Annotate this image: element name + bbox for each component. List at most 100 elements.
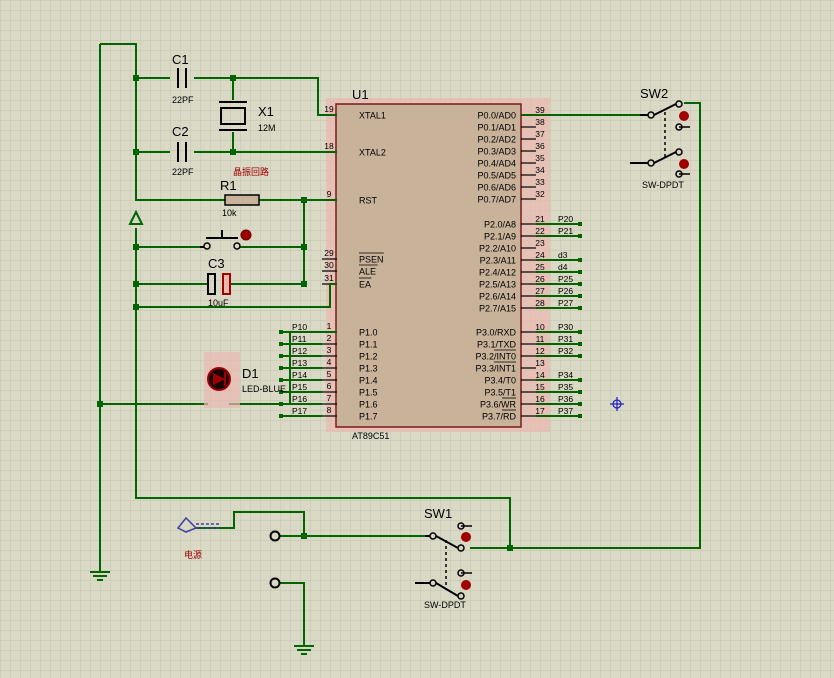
pin-number: 32: [535, 189, 545, 199]
net-label: P34: [558, 370, 573, 380]
pin-number: 31: [324, 273, 334, 283]
pin-number: 22: [535, 226, 545, 236]
pin-name: P2.7/A15: [479, 304, 516, 314]
x1-ref: X1: [258, 104, 274, 119]
pin-name: XTAL1: [359, 111, 386, 121]
pin-name: XTAL2: [359, 148, 386, 158]
chip-ref: U1: [352, 87, 369, 102]
pin-number: 19: [324, 104, 334, 114]
pin-name: P0.7/AD7: [477, 195, 516, 205]
pin-name: P1.4: [359, 376, 378, 386]
pin-number: 6: [327, 381, 332, 391]
pin-number: 23: [535, 238, 545, 248]
pin-name: P0.0/AD0: [477, 111, 516, 121]
pin-name: P3.7/RD: [482, 412, 517, 422]
pin-number: 36: [535, 141, 545, 151]
pin-number: 34: [535, 165, 545, 175]
pin-number: 4: [327, 357, 332, 367]
pin-number: 29: [324, 248, 334, 258]
pin-name: P2.5/A13: [479, 280, 516, 290]
net-label: P11: [292, 334, 307, 344]
pin-number: 1: [327, 321, 332, 331]
r1-value: 10k: [222, 208, 237, 218]
pin-name: P3.4/T0: [484, 376, 516, 386]
net-label: d4: [558, 262, 568, 272]
net-label: P16: [292, 394, 307, 404]
pin-number: 21: [535, 214, 545, 224]
pin-number: 10: [535, 322, 545, 332]
pin-name: P2.1/A9: [484, 232, 516, 242]
pin-number: 14: [535, 370, 545, 380]
net-label: P25: [558, 274, 573, 284]
pin-number: 37: [535, 129, 545, 139]
pin-number: 26: [535, 274, 545, 284]
pin-name: P1.7: [359, 412, 378, 422]
net-label: P20: [558, 214, 573, 224]
net-label: d3: [558, 250, 568, 260]
net-label: P27: [558, 298, 573, 308]
pin-number: 35: [535, 153, 545, 163]
net-label: P30: [558, 322, 573, 332]
net-label: P31: [558, 334, 573, 344]
pin-name: P3.0/RXD: [476, 328, 517, 338]
net-label: P15: [292, 382, 307, 392]
pin-number: 9: [327, 189, 332, 199]
net-label: P35: [558, 382, 573, 392]
pin-name: P3.3/INT1: [475, 364, 516, 374]
pin-number: 24: [535, 250, 545, 260]
pin-name: P3.2/INT0: [475, 352, 516, 362]
pin-number: 2: [327, 333, 332, 343]
c3-ref: C3: [208, 256, 225, 271]
pin-name: P2.6/A14: [479, 292, 516, 302]
pin-number: 38: [535, 117, 545, 127]
pin-name: P1.5: [359, 388, 378, 398]
c2-value: 22PF: [172, 167, 194, 177]
pin-name: P0.4/AD4: [477, 159, 516, 169]
net-label: P14: [292, 370, 307, 380]
net-label: P21: [558, 226, 573, 236]
pin-number: 7: [327, 393, 332, 403]
net-label: P32: [558, 346, 573, 356]
sw2-ref: SW2: [640, 86, 668, 101]
pin-name: P2.0/A8: [484, 220, 516, 230]
pin-number: 3: [327, 345, 332, 355]
osc-circuit-note: 晶振回路: [233, 166, 269, 178]
pin-name: RST: [359, 196, 378, 206]
net-label: P10: [292, 322, 307, 332]
pin-name: EA: [359, 280, 371, 290]
pin-name: P1.1: [359, 340, 378, 350]
pin-name: P3.5/T1: [484, 388, 516, 398]
c3-value: 10uF: [208, 298, 229, 308]
pin-name: P2.2/A10: [479, 244, 516, 254]
pin-number: 12: [535, 346, 545, 356]
pin-number: 13: [535, 358, 545, 368]
pin-name: ALE: [359, 267, 376, 277]
pin-number: 39: [535, 105, 545, 115]
chip-part: AT89C51: [352, 431, 389, 441]
pin-number: 16: [535, 394, 545, 404]
pin-name: P1.2: [359, 352, 378, 362]
pin-number: 11: [536, 334, 545, 344]
pin-name: PSEN: [359, 255, 384, 265]
pin-number: 15: [535, 382, 545, 392]
pin-name: P3.1/TXD: [477, 340, 517, 350]
pin-number: 27: [535, 286, 545, 296]
pin-number: 8: [327, 405, 332, 415]
net-label: P36: [558, 394, 573, 404]
power-note: 电源: [184, 549, 202, 561]
sw1-ref: SW1: [424, 506, 452, 521]
sw1-value: SW-DPDT: [424, 600, 466, 610]
pin-number: 30: [324, 260, 334, 270]
net-label: P12: [292, 346, 307, 356]
pin-number: 5: [327, 369, 332, 379]
pin-name: P0.6/AD6: [477, 183, 516, 193]
schematic-svg: U1 AT89C51 19 XTAL1 1 8 XTAL2 9 RST 29 PSEN 30 ALE…: [0, 0, 834, 678]
pin-name: P3.6/WR: [480, 400, 517, 410]
schematic-canvas[interactable]: U1 AT89C51 19 XTAL1 1 8 XTAL2 9 RST 29 PSEN 30 ALE…: [0, 0, 834, 678]
sw2-value: SW-DPDT: [642, 180, 684, 190]
pin-name: P0.3/AD3: [477, 147, 516, 157]
net-label: P17: [292, 406, 307, 416]
pin-name: P0.2/AD2: [477, 135, 516, 145]
pin-name: P1.6: [359, 400, 378, 410]
pin-name: P1.0: [359, 328, 378, 338]
